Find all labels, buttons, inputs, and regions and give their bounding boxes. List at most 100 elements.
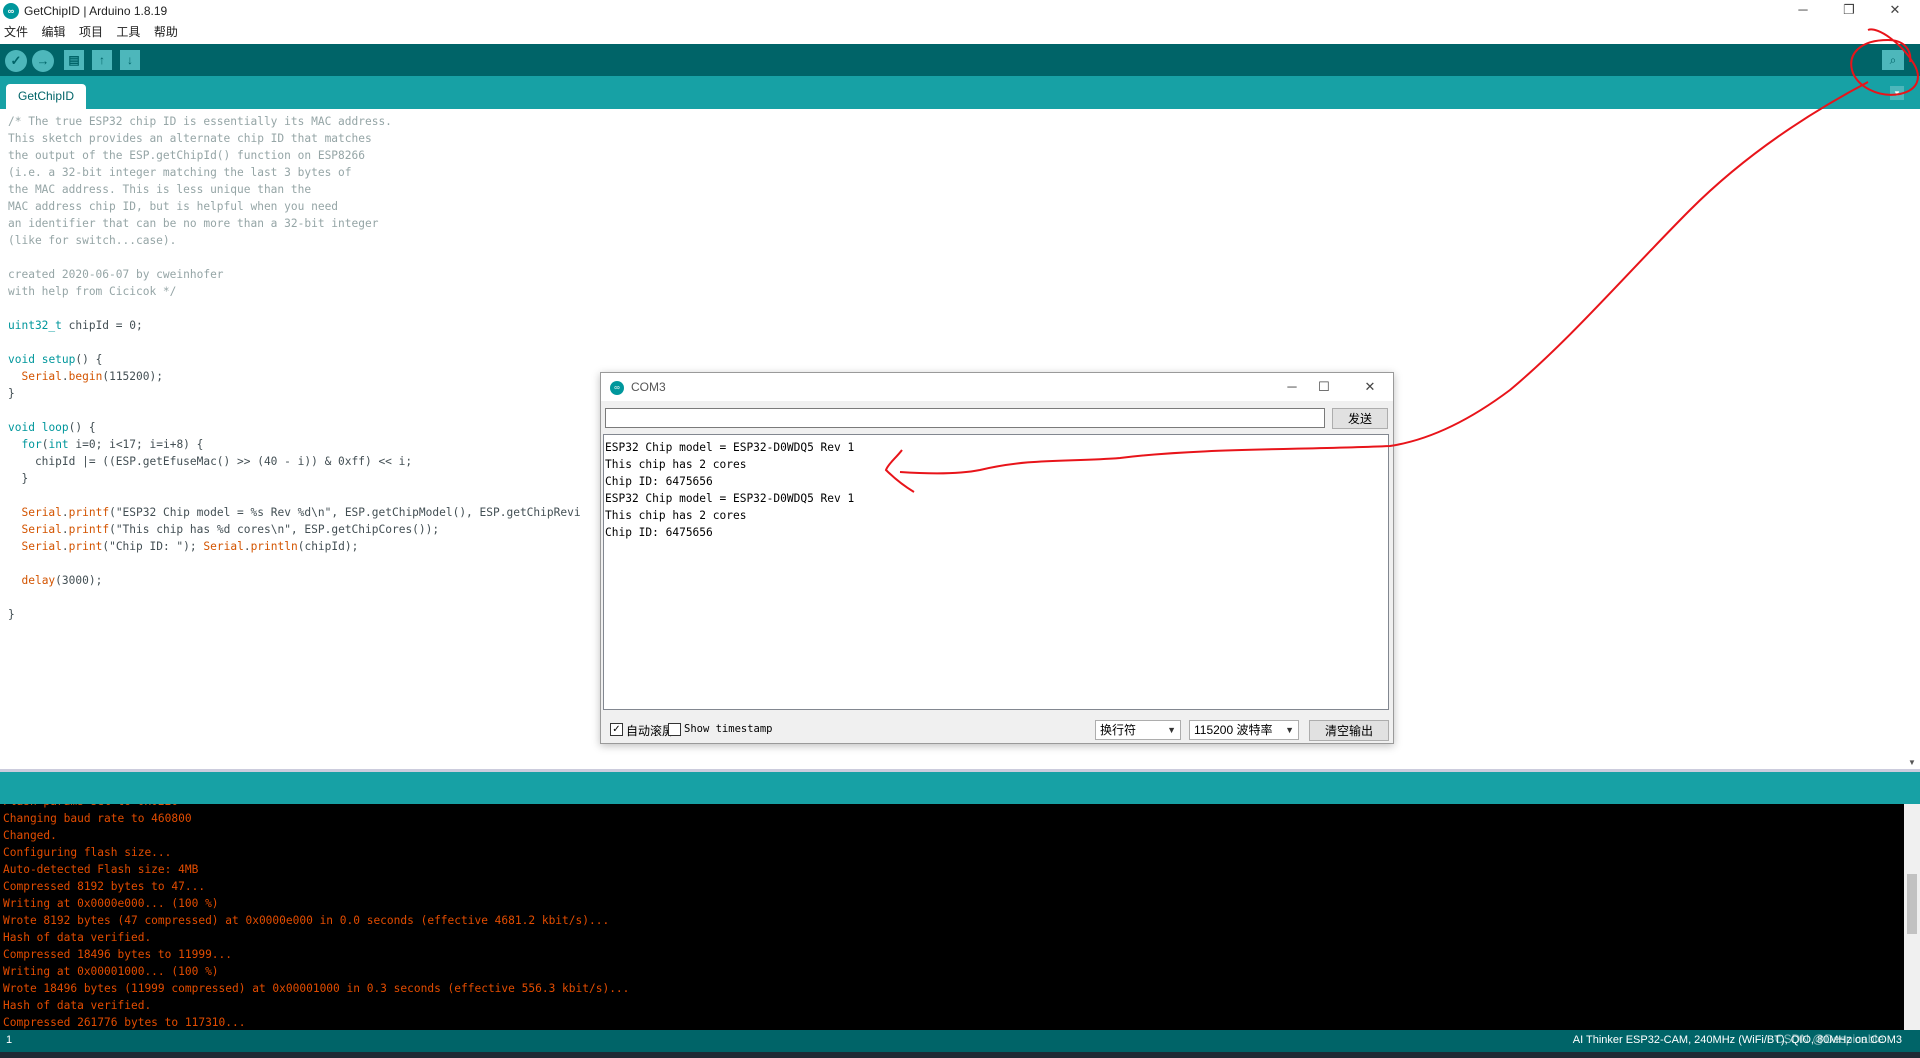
code-token: }: [8, 608, 15, 621]
serial-output-line: ESP32 Chip model = ESP32-D0WDQ5 Rev 1: [605, 492, 855, 505]
code-line: /* The true ESP32 chip ID is essentially…: [8, 113, 1904, 130]
minimize-button[interactable]: ─: [1780, 0, 1826, 22]
serial-send-input[interactable]: [605, 408, 1325, 428]
serial-close-button[interactable]: ✕: [1355, 377, 1385, 397]
code-token: .: [61, 523, 69, 536]
menu-tools[interactable]: 工具: [116, 22, 140, 42]
code-token: chipId = 0;: [61, 319, 143, 332]
console-line: Hash of data verified.: [3, 931, 152, 944]
code-token: i=0; i<17; i=i+8) {: [68, 438, 204, 451]
console-line: Changing baud rate to 460800: [3, 812, 192, 825]
save-icon[interactable]: ↓: [120, 50, 140, 70]
code-token: delay: [21, 574, 56, 587]
code-token: void: [8, 353, 35, 366]
tab-menu-icon[interactable]: ▾: [1890, 86, 1904, 100]
code-token: print: [68, 540, 103, 553]
autoscroll-checkbox[interactable]: ✓: [610, 723, 623, 736]
menu-help[interactable]: 帮助: [154, 22, 178, 42]
serial-output-line: This chip has 2 cores: [605, 509, 747, 522]
scroll-down-icon[interactable]: ▼: [1908, 758, 1916, 767]
serial-maximize-button[interactable]: ☐: [1309, 377, 1339, 397]
code-token: loop: [41, 421, 69, 434]
close-button[interactable]: ✕: [1872, 0, 1918, 22]
code-token: the MAC address. This is less unique tha…: [8, 183, 312, 196]
code-token: MAC address chip ID, but is helpful when…: [8, 200, 339, 213]
code-line: (i.e. a 32-bit integer matching the last…: [8, 164, 1904, 181]
timestamp-checkbox[interactable]: [668, 723, 681, 736]
console-line: Compressed 18496 bytes to 11999...: [3, 948, 233, 961]
line-ending-select[interactable]: 换行符 ▼: [1095, 720, 1181, 740]
serial-output-text: ESP32 Chip model = ESP32-D0WDQ5 Rev 1 Thi…: [604, 435, 1388, 541]
toolbar: ✓ → ▤ ↑ ↓ ⌕: [0, 44, 1920, 76]
code-token: (like for switch...case).: [8, 234, 177, 247]
verify-icon[interactable]: ✓: [5, 50, 27, 72]
code-token: printf: [68, 523, 110, 536]
code-token: .: [243, 540, 251, 553]
serial-minimize-button[interactable]: ─: [1277, 377, 1307, 397]
console-text: Flash params set to 0x0220Changing baud …: [0, 804, 1904, 1030]
menu-sketch[interactable]: 项目: [79, 22, 103, 42]
code-token: Serial: [21, 506, 62, 519]
code-token: uint32_t: [8, 319, 62, 332]
code-token: void: [8, 421, 35, 434]
taskbar: [0, 1052, 1920, 1058]
code-token: created 2020-06-07 by cweinhofer: [8, 268, 224, 281]
console-scrollbar[interactable]: [1904, 804, 1920, 1030]
serial-controls: ✓ 自动滚屏 Show timestamp 换行符 ▼ 115200 波特率 ▼…: [601, 714, 1393, 742]
autoscroll-label: 自动滚屏: [626, 724, 675, 738]
code-line: uint32_t chipId = 0;: [8, 317, 1904, 334]
serial-monitor-icon[interactable]: ⌕: [1882, 50, 1904, 70]
new-icon[interactable]: ▤: [64, 50, 84, 70]
code-token: Serial: [21, 540, 62, 553]
menu-edit[interactable]: 编辑: [41, 22, 65, 42]
menu-file[interactable]: 文件: [4, 22, 28, 42]
clear-output-button[interactable]: 清空输出: [1309, 720, 1389, 741]
tab-getchipid[interactable]: GetChipID: [6, 84, 87, 109]
code-token: Serial: [21, 370, 62, 383]
code-line: void setup() {: [8, 351, 1904, 368]
console-line: Writing at 0x00001000... (100 %): [3, 965, 219, 978]
code-line: MAC address chip ID, but is helpful when…: [8, 198, 1904, 215]
send-button[interactable]: 发送: [1332, 408, 1388, 429]
code-token: .: [61, 506, 69, 519]
code-token: Serial: [203, 540, 244, 553]
line-ending-value: 换行符: [1100, 723, 1137, 737]
code-token: printf: [68, 506, 110, 519]
console-line: Auto-detected Flash size: 4MB: [3, 863, 199, 876]
code-token: an identifier that can be no more than a…: [8, 217, 379, 230]
serial-output-line: This chip has 2 cores: [605, 458, 747, 471]
code-token: ("This chip has %d cores\n", ESP.getChip…: [109, 523, 440, 536]
code-token: ("ESP32 Chip model = %s Rev %d\n", ESP.g…: [109, 506, 581, 519]
code-token: Serial: [21, 523, 62, 536]
arduino-logo-icon: ∞: [3, 3, 19, 19]
open-icon[interactable]: ↑: [92, 50, 112, 70]
status-bar: 1 AI Thinker ESP32-CAM, 240MHz (WiFi/BT)…: [0, 1030, 1920, 1052]
code-token: int: [48, 438, 69, 451]
restore-button[interactable]: ❐: [1826, 0, 1872, 22]
upload-icon[interactable]: →: [32, 50, 54, 72]
code-token: (i.e. a 32-bit integer matching the last…: [8, 166, 352, 179]
serial-output-line: Chip ID: 6475656: [605, 526, 713, 539]
console-line: Changed.: [3, 829, 57, 842]
code-token: () {: [68, 421, 96, 434]
serial-monitor-titlebar[interactable]: ∞ COM3 ─ ☐ ✕: [601, 373, 1393, 401]
serial-output-line: ESP32 Chip model = ESP32-D0WDQ5 Rev 1: [605, 441, 855, 454]
baud-rate-select[interactable]: 115200 波特率 ▼: [1189, 720, 1299, 740]
console-line: Compressed 8192 bytes to 47...: [3, 880, 206, 893]
editor-scrollbar[interactable]: ▼: [1904, 109, 1920, 769]
menu-bar: 文件 编辑 项目 工具 帮助: [0, 22, 1920, 42]
chevron-down-icon: ▼: [1285, 725, 1294, 735]
console-line: Wrote 18496 bytes (11999 compressed) at …: [3, 982, 630, 995]
code-token: begin: [68, 370, 103, 383]
console-scroll-thumb[interactable]: [1907, 874, 1917, 934]
window-title: GetChipID | Arduino 1.8.19: [24, 4, 168, 18]
baud-rate-value: 115200 波特率: [1194, 723, 1273, 737]
console-header: [0, 772, 1920, 804]
console-line: Compressed 261776 bytes to 117310...: [3, 1016, 246, 1029]
